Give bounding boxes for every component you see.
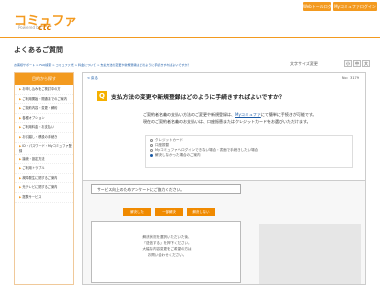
answer-line: ご契約者名義の支払い方法のご変更や新規登録は、Myコミュファにて簡単に手続きが可… xyxy=(143,111,358,118)
option-label: 口座振替 xyxy=(155,143,169,147)
sidebar-item-label: 各種オプション xyxy=(22,115,45,120)
font-size-label: 文字サイズ変更 xyxy=(290,61,318,66)
question-title: 支払方法の変更や新規登録はどのように手続きすればよいですか？ xyxy=(111,95,285,101)
sidebar-item-label: ご契約内容・変更・解約 xyxy=(22,106,58,111)
not-resolved-button[interactable]: 解決しない xyxy=(187,208,215,216)
bullet-icon: ▶ xyxy=(19,115,22,120)
bullet-icon: ▶ xyxy=(19,194,22,199)
resolved-button[interactable]: 解決した xyxy=(123,208,151,216)
partially-resolved-button[interactable]: 一部解決 xyxy=(155,208,183,216)
survey-comment-area[interactable]: 解決状況を選択いただいた後、 「送信する」を押下ください。 大幅な内容変更をご希… xyxy=(91,221,241,283)
sidebar-item[interactable]: ▶光テレビに関するご案内 xyxy=(15,183,73,193)
back-link[interactable]: < 戻る xyxy=(87,76,98,81)
sidebar-item-label: ご利用料金・お支払い xyxy=(22,125,55,130)
answer-text: ご契約者名義の支払い方法のご変更や新規登録は、Myコミュファにて簡単に手続きが可… xyxy=(143,111,358,125)
bullet-icon: ▶ xyxy=(19,125,22,130)
instruction-line: お問い合わせください。 xyxy=(147,253,187,257)
survey-panel: サービス向上のためアンケートにご協力ください。 解決した 一部解決 解決しない … xyxy=(82,180,366,285)
answer-options: クレジットカード 口座振替 Myコミュファへログインできない場合・書面で手続きし… xyxy=(145,135,353,168)
sidebar-item[interactable]: ▶お申し込みをご検討中の方 xyxy=(15,85,73,95)
web-login-button[interactable]: Webトールログイン xyxy=(303,2,331,11)
option-label: 解決しなかった場合のご案内 xyxy=(155,153,201,157)
radio-icon[interactable] xyxy=(150,143,153,147)
sidebar-item-label: お引越し・移設の手続き xyxy=(22,134,58,139)
answer-line-text: ご契約者名義の支払い方法のご変更や新規登録は、 xyxy=(143,112,235,117)
bullet-icon: ▶ xyxy=(19,106,22,111)
sidebar-item[interactable]: ▶ID・パスワード・Myコミュファ登録 xyxy=(15,143,73,155)
sidebar-item[interactable]: ▶ご利用開始・開通までのご案内 xyxy=(15,95,73,105)
font-size-small-button[interactable]: 小 xyxy=(344,60,352,67)
option-item[interactable]: 解決しなかった場合のご案内 xyxy=(150,153,348,158)
bullet-icon: ▶ xyxy=(19,96,22,101)
sidebar-item-label: 提携サービス xyxy=(22,194,42,199)
mycommufa-link[interactable]: Myコミュファ xyxy=(235,112,261,117)
bullet-icon: ▶ xyxy=(19,166,22,171)
sidebar-item-label: ご利用開始・開通までのご案内 xyxy=(22,96,67,101)
sidebar-item[interactable]: ▶ご契約内容・変更・解約 xyxy=(15,104,73,114)
logo-ctc: ctc xyxy=(38,23,52,32)
header-divider xyxy=(0,37,380,38)
option-label: Myコミュファへログインできない場合・書面で手続きしたい場合 xyxy=(155,148,259,152)
sidebar: 目的から探す ▶お申し込みをご検討中の方 ▶ご利用開始・開通までのご案内 ▶ご契… xyxy=(14,72,74,285)
mycommufa-login-button[interactable]: Myコミュファログイン xyxy=(333,2,377,11)
sidebar-item-label: 故障発生に関するご案内 xyxy=(22,175,58,180)
sidebar-item-label: ID・パスワード・Myコミュファ登録 xyxy=(19,143,72,154)
sidebar-item[interactable]: ▶ご利用料金・お支払い xyxy=(15,123,73,133)
radio-icon[interactable] xyxy=(150,148,153,152)
bullet-icon: ▶ xyxy=(19,175,22,180)
survey-side-area xyxy=(259,224,361,284)
option-label: クレジットカード xyxy=(155,138,183,142)
sidebar-item-label: 光テレビに関するご案内 xyxy=(22,185,58,190)
breadcrumb[interactable]: お客様サポート > FAQ検索 > コミュファ光 > 料金について > 支払方法… xyxy=(14,63,284,67)
sidebar-item[interactable]: ▶提携サービス xyxy=(15,193,73,203)
bullet-icon: ▶ xyxy=(19,185,22,190)
survey-instructions: 解決状況を選択いただいた後、 「送信する」を押下ください。 大幅な内容変更をご希… xyxy=(92,234,242,258)
sidebar-item-label: ご利用トラブル xyxy=(22,166,45,171)
question-number: No：3179 xyxy=(341,76,359,80)
sidebar-item[interactable]: ▶接続・設定方法 xyxy=(15,155,73,165)
radio-icon[interactable] xyxy=(150,153,153,157)
bullet-icon: ▶ xyxy=(19,143,22,148)
bullet-icon: ▶ xyxy=(19,156,22,161)
sidebar-item[interactable]: ▶故障発生に関するご案内 xyxy=(15,174,73,184)
sidebar-item[interactable]: ▶お引越し・移設の手続き xyxy=(15,133,73,143)
answer-line: 現在のご契約者名義のお支払いは、口座振替またはクレジットカードをお選びいただけま… xyxy=(143,119,311,124)
page-title: よくあるご質問 xyxy=(14,46,63,54)
sidebar-item-label: 接続・設定方法 xyxy=(22,156,45,161)
radio-icon[interactable] xyxy=(150,138,153,142)
sidebar-item[interactable]: ▶ご利用トラブル xyxy=(15,164,73,174)
bullet-icon: ▶ xyxy=(19,134,22,139)
sidebar-heading: 目的から探す xyxy=(15,73,73,85)
font-size-large-button[interactable]: 大 xyxy=(362,60,370,67)
answer-line-text: にて簡単に手続きが可能です。 xyxy=(260,112,317,117)
survey-question: サービス向上のためアンケートにご協力ください。 xyxy=(97,187,185,192)
font-size-medium-button[interactable]: 中 xyxy=(353,60,361,67)
sidebar-item-label: お申し込みをご検討中の方 xyxy=(22,87,61,91)
sidebar-item[interactable]: ▶各種オプション xyxy=(15,114,73,124)
top-header: コミュファ Powered by ctc Webトールログイン Myコミュファロ… xyxy=(0,0,380,37)
question-icon: Q xyxy=(97,91,107,101)
bullet-icon: ▶ xyxy=(19,87,22,91)
